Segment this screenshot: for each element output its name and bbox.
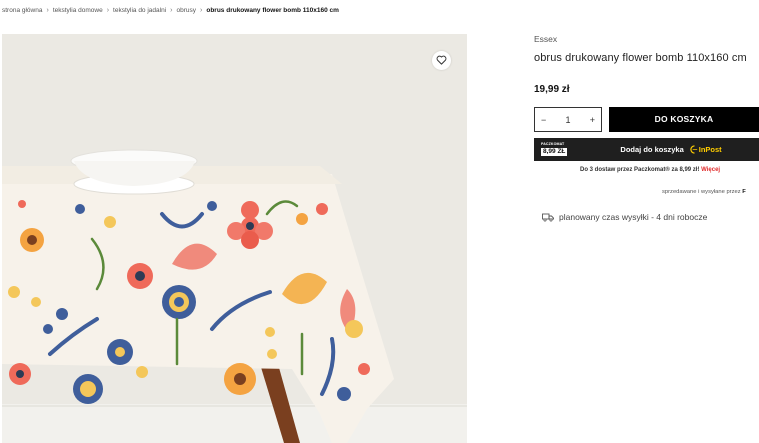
breadcrumb-tablecloths[interactable]: obrusy — [177, 7, 197, 14]
quantity-value[interactable]: 1 — [565, 115, 570, 125]
quantity-stepper: − 1 + — [534, 107, 602, 132]
quantity-increase-button[interactable]: + — [590, 115, 595, 125]
inpost-logo: InPost — [690, 145, 722, 154]
product-price: 19,99 zł — [534, 84, 570, 95]
chevron-right-icon: › — [106, 7, 110, 14]
delivery-info-price: 8,99 zł! — [679, 167, 700, 173]
inpost-logo-icon — [690, 145, 697, 154]
breadcrumb: strona główna › tekstylia domowe › tekst… — [2, 7, 339, 14]
paczkomat-badge-label: PACZKOMAT — [541, 141, 565, 146]
chevron-right-icon: › — [46, 7, 49, 14]
chevron-right-icon: › — [170, 7, 173, 14]
breadcrumb-home-textiles[interactable]: tekstylia domowe — [53, 7, 103, 14]
wishlist-button[interactable] — [432, 51, 451, 70]
paczkomat-add-button[interactable]: PACZKOMAT 8,99 ZŁ Dodaj do koszyka InPos… — [534, 138, 759, 161]
paczkomat-add-label: Dodaj do koszyka — [620, 145, 684, 154]
shipping-time: planowany czas wysyłki - 4 dni robocze — [542, 212, 707, 222]
seller-name[interactable]: F — [742, 189, 746, 195]
inpost-logo-text: InPost — [698, 145, 722, 154]
paczkomat-badge-price: 8,99 ZŁ — [541, 147, 568, 157]
truck-icon — [542, 213, 554, 222]
seller-info: sprzedawane i wysyłane przez F — [662, 189, 746, 195]
seller-info-text: sprzedawane i wysyłane przez — [662, 189, 741, 195]
paczkomat-badge: PACZKOMAT 8,99 ZŁ — [541, 141, 568, 157]
breadcrumb-home[interactable]: strona główna — [2, 7, 42, 14]
add-to-cart-button[interactable]: DO KOSZYKA — [609, 107, 759, 132]
chevron-right-icon: › — [200, 7, 203, 14]
product-title: obrus drukowany flower bomb 110x160 cm — [534, 52, 747, 64]
product-brand[interactable]: Essex — [534, 34, 557, 44]
heart-icon — [436, 52, 447, 70]
delivery-info: Do 3 dostaw przez Paczkomat® za 8,99 zł!… — [580, 167, 720, 173]
delivery-info-text: Do 3 dostaw przez Paczkomat® za — [580, 167, 680, 173]
breadcrumb-dining-textiles[interactable]: tekstylia do jadalni — [113, 7, 166, 14]
breadcrumb-current: obrus drukowany flower bomb 110x160 cm — [206, 7, 339, 14]
tablecloth-photo — [2, 34, 467, 443]
delivery-more-link[interactable]: Więcej — [701, 167, 720, 173]
shipping-time-text: planowany czas wysyłki - 4 dni robocze — [559, 212, 708, 222]
product-image[interactable] — [2, 34, 467, 443]
quantity-decrease-button[interactable]: − — [541, 115, 546, 125]
